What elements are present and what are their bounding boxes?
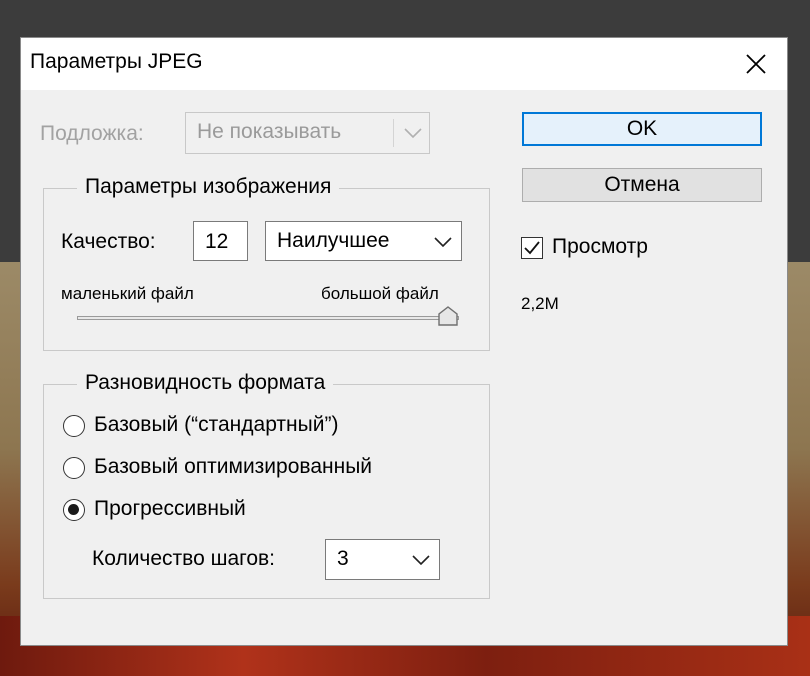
quality-preset-select[interactable]: Наилучшее: [265, 221, 462, 261]
preview-label: Просмотр: [552, 235, 648, 258]
format-options-title: Разновидность формата: [77, 371, 334, 395]
large-file-label: большой файл: [321, 284, 439, 303]
radio-label: Прогрессивный: [94, 497, 246, 520]
jpeg-options-dialog: Параметры JPEG Подложка: Не показывать П…: [20, 37, 788, 646]
scans-value: 3: [337, 547, 349, 570]
radio-label: Базовый (“стандартный”): [94, 413, 339, 436]
quality-preset-value: Наилучшее: [277, 229, 390, 252]
quality-slider-track[interactable]: [77, 316, 459, 320]
image-options-group: [43, 188, 490, 351]
checkmark-icon: [524, 241, 540, 255]
dialog-title: Параметры JPEG: [30, 50, 203, 73]
preview-checkbox[interactable]: [521, 237, 543, 259]
chevron-down-icon: [404, 128, 422, 139]
quality-label: Качество:: [61, 230, 156, 253]
close-button[interactable]: [725, 38, 787, 90]
ok-button[interactable]: OK: [522, 112, 762, 146]
quality-input[interactable]: 12: [193, 221, 248, 261]
title-bar[interactable]: Параметры JPEG: [21, 38, 787, 90]
radio-baseline-standard[interactable]: [63, 415, 85, 437]
image-options-title: Параметры изображения: [77, 175, 340, 199]
close-icon: [746, 54, 766, 74]
quality-input-value: 12: [205, 230, 229, 253]
scans-label: Количество шагов:: [92, 547, 276, 570]
matte-select: Не показывать: [185, 112, 430, 154]
radio-label: Базовый оптимизированный: [94, 455, 373, 478]
file-size-readout: 2,2M: [521, 294, 559, 313]
radio-baseline-optimized[interactable]: [63, 457, 85, 479]
cancel-button[interactable]: Отмена: [522, 168, 762, 202]
small-file-label: маленький файл: [61, 284, 194, 303]
chevron-down-icon: [434, 237, 452, 248]
chevron-down-icon: [412, 555, 430, 566]
quality-slider-thumb[interactable]: [437, 305, 459, 327]
matte-label: Подложка:: [40, 122, 144, 145]
scans-select[interactable]: 3: [325, 539, 440, 580]
radio-progressive[interactable]: [63, 499, 85, 521]
matte-select-value: Не показывать: [197, 120, 342, 143]
